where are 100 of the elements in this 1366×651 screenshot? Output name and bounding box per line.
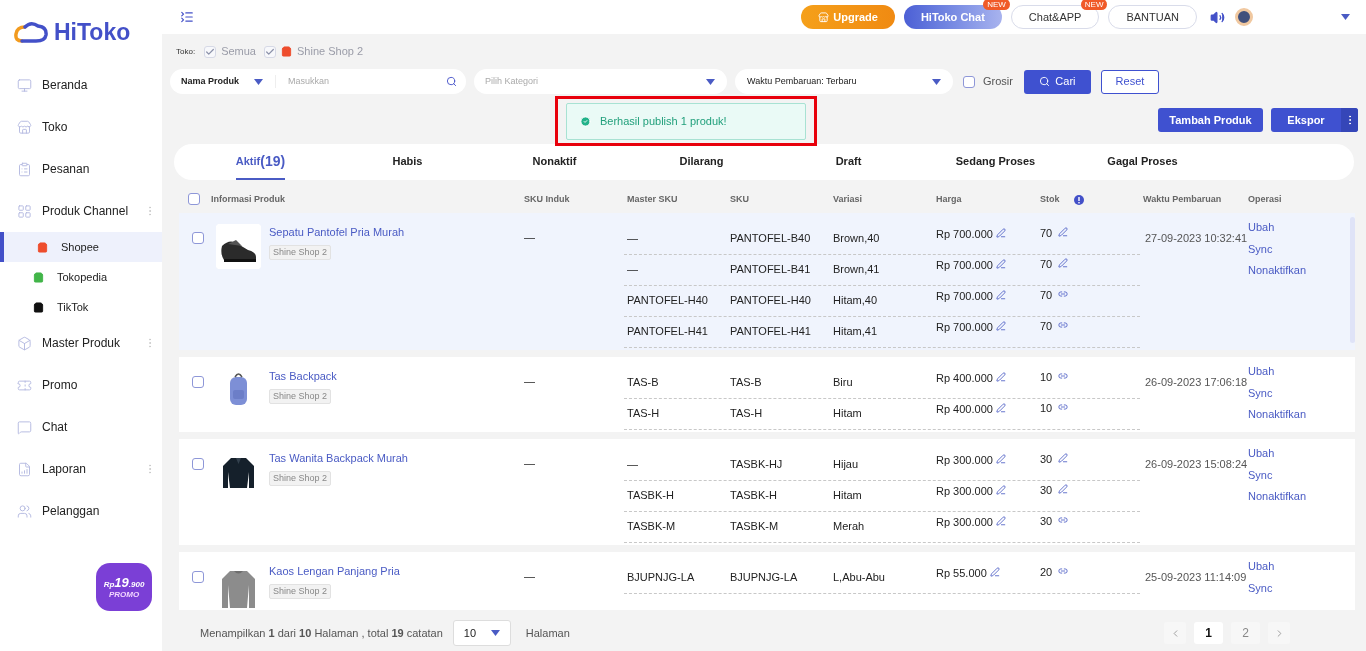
operation-link[interactable]: Sync (1248, 579, 1273, 596)
stock-cell-text: 70 (1040, 226, 1053, 241)
table-cell: PANTOFEL-H41 (627, 325, 708, 337)
tab[interactable]: Nonaktif (532, 144, 577, 180)
table-cell: TASBK-H (730, 489, 777, 501)
pencil-icon[interactable] (1058, 258, 1069, 268)
sidebar-item[interactable]: Pelanggan (0, 490, 162, 532)
tab[interactable]: Aktif(19) (235, 144, 286, 180)
link-icon[interactable] (1058, 371, 1069, 381)
promo-badge[interactable]: Rp19.900 PROMO (96, 563, 152, 611)
sidebar-item[interactable]: Promo (0, 364, 162, 406)
table-cell: TASBK-M (730, 520, 779, 532)
caret-icon (932, 78, 941, 85)
price-cell-text: Rp 700.000 (936, 320, 993, 335)
product-name[interactable]: Tas Backpack (269, 368, 337, 385)
operation-link[interactable]: Ubah (1248, 363, 1275, 380)
pencil-icon[interactable] (1058, 227, 1069, 237)
operation-link[interactable]: Nonaktifkan (1248, 406, 1307, 423)
link-icon[interactable] (1058, 402, 1069, 412)
operation-link[interactable]: Nonaktifkan (1248, 488, 1307, 505)
table-cell: Hitam (833, 489, 862, 501)
pencil-icon[interactable] (995, 403, 1006, 413)
product-name[interactable]: Sepatu Pantofel Pria Murah (269, 224, 405, 241)
export-button[interactable]: Ekspor (1271, 108, 1358, 132)
pencil-icon[interactable] (995, 290, 1006, 300)
sidebar-item[interactable]: Produk Channel (0, 190, 162, 232)
search-type-select[interactable]: Nama Produk (170, 74, 276, 89)
sidebar-item[interactable]: Chat (0, 406, 162, 448)
pencil-icon[interactable] (995, 485, 1006, 495)
checkbox[interactable] (192, 571, 204, 583)
price-cell-text: Rp 300.000 (936, 453, 993, 468)
page-button[interactable]: 2 (1231, 622, 1260, 644)
avatar[interactable] (1235, 8, 1253, 26)
operation-link[interactable]: Sync (1248, 384, 1273, 401)
reset-button[interactable]: Reset (1100, 69, 1159, 94)
checkbox[interactable] (963, 75, 975, 88)
pencil-icon[interactable] (995, 259, 1006, 269)
checkbox[interactable] (192, 376, 204, 388)
table-cell: — (524, 570, 535, 582)
pencil-icon[interactable] (995, 454, 1006, 464)
operation-link[interactable]: Ubah (1248, 445, 1275, 462)
pencil-icon[interactable] (1058, 484, 1069, 494)
stock-cell-text: 70 (1040, 288, 1053, 303)
checkbox[interactable] (188, 193, 200, 205)
search-icon[interactable] (446, 76, 457, 87)
tab[interactable]: Draft (835, 144, 862, 180)
page-size-select[interactable]: 10 (452, 620, 511, 646)
top-bar-button[interactable]: BANTUAN (1108, 5, 1197, 29)
new-badge: NEW (983, 0, 1010, 10)
operation-link[interactable]: Nonaktifkan (1248, 262, 1307, 279)
search-button[interactable]: Cari (1023, 69, 1091, 94)
tab[interactable]: Habis (392, 144, 423, 180)
pencil-icon[interactable] (1058, 453, 1069, 463)
sidebar-item[interactable]: Laporan (0, 448, 162, 490)
sidebar-item[interactable]: Master Produk (0, 322, 162, 364)
sidebar-subitem[interactable]: TikTok (0, 292, 162, 322)
link-icon[interactable] (1058, 320, 1069, 330)
tab[interactable]: Dilarang (679, 144, 724, 180)
tab[interactable]: Gagal Proses (1107, 144, 1178, 180)
caret-icon (490, 630, 500, 636)
table-cell: TASBK-H (627, 489, 674, 501)
operation-link[interactable]: Sync (1248, 240, 1273, 257)
stock-cell-text: 70 (1040, 319, 1053, 334)
sidebar-subitem[interactable]: Shopee (0, 232, 162, 262)
sidebar-subitem[interactable]: Tokopedia (0, 262, 162, 292)
operation-link[interactable]: Ubah (1248, 219, 1275, 236)
link-icon[interactable] (1058, 289, 1069, 299)
checkbox[interactable] (192, 232, 204, 244)
operation-link[interactable]: Ubah (1248, 558, 1275, 575)
table-cell: — (524, 457, 535, 469)
table-cell: L,Abu-Abu (833, 571, 885, 583)
search-field[interactable]: Nama Produk Masukkan (170, 69, 466, 94)
product-name[interactable]: Tas Wanita Backpack Murah (269, 450, 408, 467)
sidebar-item[interactable]: Beranda (0, 64, 162, 106)
sort-select[interactable]: Waktu Pembaruan: Terbaru (735, 69, 953, 94)
tab[interactable]: Sedang Proses (955, 144, 1036, 180)
pencil-icon[interactable] (989, 567, 1000, 577)
page-button[interactable]: 1 (1194, 622, 1223, 644)
operation-link[interactable]: Sync (1248, 466, 1273, 483)
sidebar-item[interactable]: Toko (0, 106, 162, 148)
link-icon[interactable] (1058, 566, 1069, 576)
search-input[interactable]: Masukkan (276, 74, 446, 89)
table-cell: PANTOFEL-H41 (730, 325, 811, 337)
column-header: Informasi Produk (211, 193, 285, 207)
table-cell: Hijau (833, 458, 859, 470)
speaker-icon[interactable] (1210, 9, 1225, 25)
sidebar-item[interactable]: Pesanan (0, 148, 162, 190)
add-product-button[interactable]: Tambah Produk (1158, 108, 1263, 132)
menu-icon[interactable] (180, 10, 194, 24)
product-name[interactable]: Kaos Lengan Panjang Pria (269, 563, 400, 580)
table-cell: Brown,40 (833, 232, 880, 244)
pencil-icon[interactable] (995, 228, 1006, 238)
link-icon[interactable] (1058, 515, 1069, 525)
checkbox[interactable] (192, 458, 204, 470)
price-cell-text: Rp 400.000 (936, 371, 993, 386)
pencil-icon[interactable] (995, 516, 1006, 526)
wholesale-label[interactable]: Grosir (983, 73, 1013, 90)
pencil-icon[interactable] (995, 321, 1006, 331)
check-icon (265, 46, 275, 57)
pencil-icon[interactable] (995, 372, 1006, 382)
